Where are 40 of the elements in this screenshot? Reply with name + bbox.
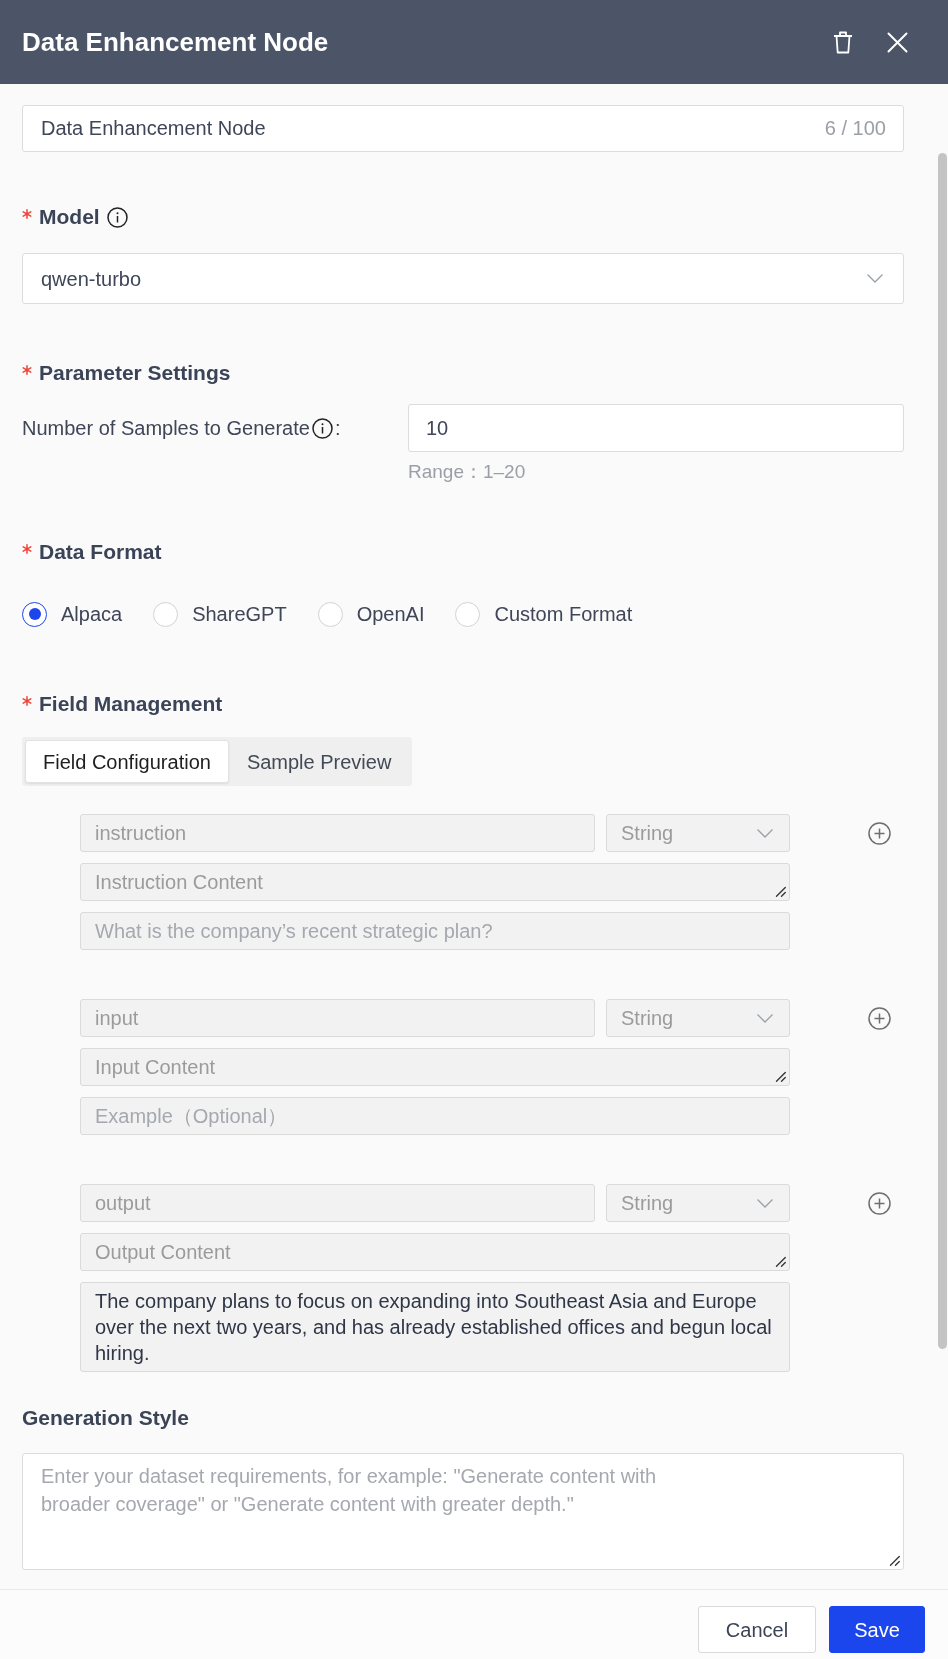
plus-circle-icon[interactable] (868, 1192, 891, 1215)
format-radio-option[interactable]: Custom Format (455, 601, 633, 627)
chevron-down-icon (757, 1198, 773, 1208)
info-icon (311, 417, 333, 439)
trash-icon[interactable] (833, 30, 853, 54)
section-title: Generation Style (22, 1405, 189, 1431)
samples-label: Number of Samples to Generate (22, 416, 310, 441)
resize-handle-icon[interactable] (888, 1554, 900, 1566)
section-title: Parameter Settings (39, 360, 231, 386)
format-radio-option[interactable]: ShareGPT (153, 601, 287, 627)
section-title: Model (39, 204, 100, 230)
format-radio-option[interactable]: Alpaca (22, 601, 123, 627)
format-radio-option[interactable]: OpenAI (317, 601, 425, 627)
resize-handle-icon[interactable] (774, 1255, 786, 1267)
chevron-down-icon (757, 1013, 773, 1023)
model-select[interactable]: qwen-turbo (22, 253, 904, 304)
resize-handle-icon[interactable] (774, 1070, 786, 1082)
example-field[interactable]: The company plans to focus on expanding into Southeast Asia and Europe over the next two years, and has already established offices and begun local hiring. (80, 1282, 790, 1372)
plus-circle-icon[interactable] (868, 822, 891, 845)
example-field[interactable]: Example（Optional） (80, 1097, 790, 1135)
range-hint: Range：1–20 (408, 461, 527, 483)
section-title: Data Format (39, 539, 162, 565)
label-colon: : (334, 416, 341, 441)
save-button[interactable]: Save (829, 1606, 925, 1653)
generation-style-field[interactable]: Enter your dataset requirements, for example: "Generate content with broader coverage" or "Generate content with greater depth." (22, 1453, 904, 1570)
resize-handle-icon[interactable] (774, 885, 786, 897)
character-counter: 6 / 100 (824, 116, 886, 140)
chevron-down-icon (867, 274, 883, 283)
cancel-button[interactable]: Cancel (698, 1606, 816, 1653)
example-field[interactable]: What is the company’s recent strategic plan? (80, 912, 790, 950)
scrollbar-thumb[interactable] (938, 153, 947, 1349)
panel-title: Data Enhancement Node (22, 26, 329, 58)
info-icon (106, 206, 128, 228)
section-title: Field Management (39, 691, 223, 717)
plus-circle-icon[interactable] (868, 1007, 891, 1030)
samples-input[interactable]: 10 (408, 404, 904, 452)
tab[interactable]: Sample Preview (228, 740, 410, 783)
tab[interactable]: Field Configuration (25, 740, 229, 783)
chevron-down-icon (757, 828, 773, 838)
close-icon[interactable] (887, 31, 908, 53)
